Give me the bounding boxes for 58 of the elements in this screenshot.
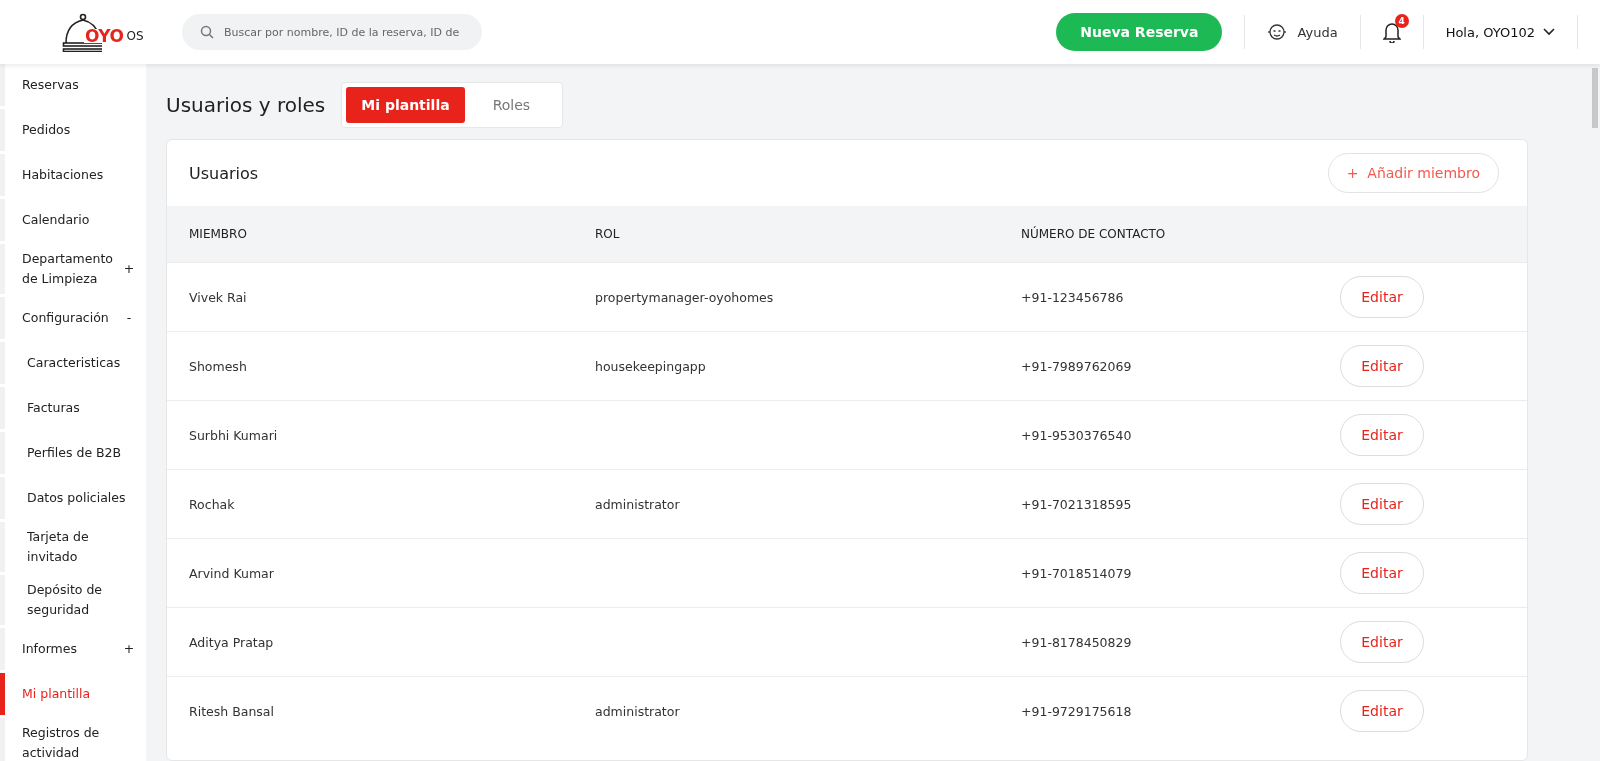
edit-button[interactable]: Editar xyxy=(1340,345,1424,387)
notification-badge: 4 xyxy=(1394,14,1409,28)
user-menu[interactable]: Hola, OYO102 xyxy=(1445,24,1555,40)
table-cell: +91-7021318595 xyxy=(1021,496,1132,512)
table-cell: Ritesh Bansal xyxy=(189,703,274,719)
sidebar-item[interactable]: Habitaciones xyxy=(0,154,146,196)
table-cell: propertymanager-oyohomes xyxy=(595,289,774,305)
table-cell: administrator xyxy=(595,496,680,512)
logo-mark: OYO xyxy=(84,29,125,43)
expand-icon[interactable]: + xyxy=(122,259,136,279)
table-cell: Aditya Pratap xyxy=(189,634,274,650)
edit-button[interactable]: Editar xyxy=(1340,414,1424,456)
collapse-icon[interactable]: - xyxy=(122,308,136,328)
logo-suffix: OS xyxy=(126,29,144,43)
table-cell: +91-123456786 xyxy=(1021,289,1124,305)
table-cell: +91-7018514079 xyxy=(1021,565,1132,581)
sidebar-item[interactable]: Registros de actividad xyxy=(0,718,146,761)
table-cell: Vivek Rai xyxy=(189,289,247,305)
column-header: MIEMBRO xyxy=(189,227,247,241)
sidebar-item[interactable]: Pedidos xyxy=(0,109,146,151)
table-cell: Shomesh xyxy=(189,358,247,374)
column-header: NÚMERO DE CONTACTO xyxy=(1021,227,1166,241)
expand-icon[interactable]: + xyxy=(122,639,136,659)
table-cell: Surbhi Kumari xyxy=(189,427,278,443)
edit-button[interactable]: Editar xyxy=(1340,621,1424,663)
bell-icon[interactable] xyxy=(1382,21,1401,43)
sidebar-item[interactable]: Datos policiales xyxy=(0,477,146,519)
card-title: Usuarios xyxy=(189,163,259,183)
table-cell: +91-8178450829 xyxy=(1021,634,1132,650)
edit-button[interactable]: Editar xyxy=(1340,552,1424,594)
sidebar-item[interactable]: Configuración - xyxy=(0,297,146,339)
sidebar-item[interactable]: Facturas xyxy=(0,387,146,429)
tab[interactable]: Mi plantilla xyxy=(346,87,465,123)
table-cell: administrator xyxy=(595,703,680,719)
table-cell: Rochak xyxy=(189,496,235,512)
table-cell: +91-9729175618 xyxy=(1021,703,1132,719)
table-cell: Arvind Kumar xyxy=(189,565,274,581)
search-icon xyxy=(200,25,214,39)
table-cell: housekeepingapp xyxy=(595,358,706,374)
column-header: ROL xyxy=(595,227,620,241)
sidebar-item[interactable]: Informes + xyxy=(0,628,146,670)
table-cell: +91-9530376540 xyxy=(1021,427,1132,443)
page-title: Usuarios y roles xyxy=(166,93,326,117)
sidebar-item[interactable]: Perfiles de B2B xyxy=(0,432,146,474)
edit-button[interactable]: Editar xyxy=(1340,690,1424,732)
sidebar-item[interactable]: Tarjeta de invitado xyxy=(0,522,146,572)
edit-button[interactable]: Editar xyxy=(1340,276,1424,318)
table-cell: +91-7989762069 xyxy=(1021,358,1132,374)
sidebar-item[interactable]: Calendario xyxy=(0,199,146,241)
scrollbar[interactable] xyxy=(1592,68,1598,128)
sidebar-item[interactable]: Depósito de seguridad xyxy=(0,575,146,625)
help-link[interactable]: Ayuda xyxy=(1297,24,1338,40)
sidebar-item[interactable]: Caracteristicas xyxy=(0,342,146,384)
sidebar-item[interactable]: Reservas xyxy=(0,64,146,106)
chevron-down-icon xyxy=(1543,28,1555,36)
search-field[interactable]: Buscar por nombre, ID de la reserva, ID de xyxy=(182,14,482,50)
sidebar-item[interactable]: Mi plantilla xyxy=(0,673,146,715)
edit-button[interactable]: Editar xyxy=(1340,483,1424,525)
